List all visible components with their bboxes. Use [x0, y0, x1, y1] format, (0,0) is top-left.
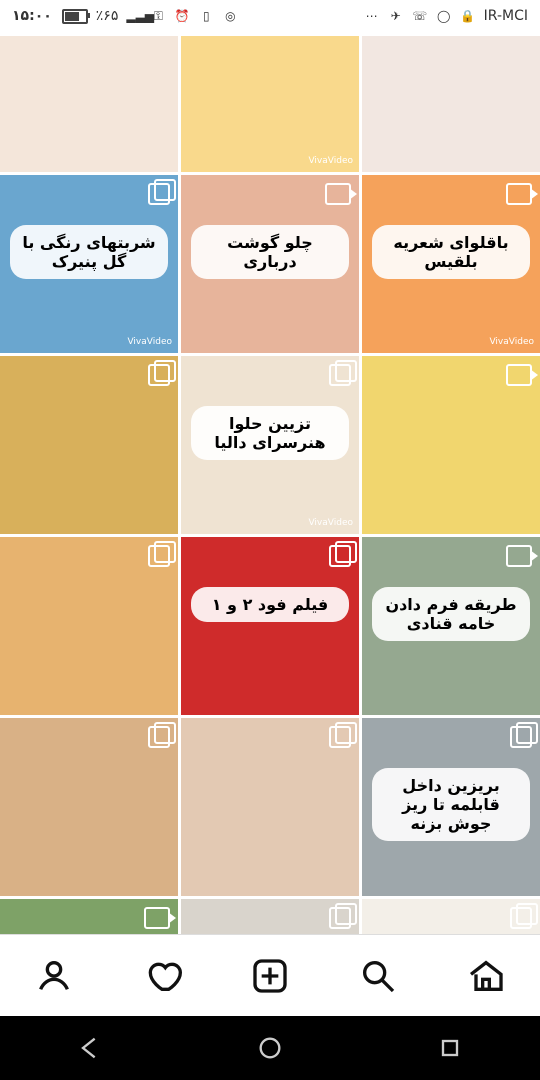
- video-icon: [144, 907, 176, 929]
- search-icon: [363, 961, 395, 993]
- explore-grid: VivaVideo شربتهای رنگی با گل پنیرک VivaVid…: [0, 36, 540, 934]
- time: ۱۵:۰۰: [12, 8, 52, 24]
- video-icon: [506, 183, 538, 205]
- post-caption: باقلوای شعریه بلقیس: [372, 225, 530, 279]
- home-circle-icon: [259, 1037, 281, 1059]
- post-tile[interactable]: [0, 537, 178, 715]
- home-icon: [469, 960, 503, 991]
- video-icon: [506, 545, 538, 567]
- watermark: VivaVideo: [489, 337, 534, 347]
- video-icon: [506, 364, 538, 386]
- post-tile[interactable]: [362, 356, 540, 534]
- multi-photo-icon: [510, 903, 538, 929]
- post-caption: تزیین حلوا هنرسرای دالیا: [191, 406, 349, 460]
- post-tile[interactable]: با ما حرفه ای شوید: [181, 899, 359, 934]
- signal-icon: ▂▃▅: [126, 9, 155, 23]
- status-bar: ۱۵:۰۰ ٪۶۵ ▂▃▅ ⚿ ⏰ ▯ ◎ ⋯ ✈ ☏ ◯ 🔒 IR-MCI: [0, 0, 540, 36]
- multi-photo-icon: [148, 722, 176, 748]
- post-tile[interactable]: تهیه چیپس میوه بدون دستگاه: [0, 899, 178, 934]
- multi-photo-icon: [148, 360, 176, 386]
- post-tile[interactable]: بریزین داخل قابلمه تا ریز جوش بزنه: [362, 718, 540, 896]
- key-icon: ⚿: [153, 9, 163, 23]
- system-back[interactable]: [63, 1021, 117, 1075]
- post-caption: شربتهای رنگی با گل پنیرک: [10, 225, 168, 279]
- vibrate-icon: ▯: [203, 9, 210, 23]
- multi-photo-icon: [329, 903, 357, 929]
- post-tile[interactable]: [181, 718, 359, 896]
- post-tile[interactable]: شربتهای رنگی با گل پنیرک VivaVideo: [0, 175, 178, 353]
- video-icon: [325, 183, 357, 205]
- watermark: VivaVideo: [308, 156, 353, 166]
- status-right: ⋯ ✈ ☏ ◯ 🔒 IR-MCI: [364, 8, 528, 24]
- post-caption: فیلم فود ۲ و ۱: [191, 587, 349, 622]
- post-tile[interactable]: [0, 36, 178, 172]
- recent-square-icon: [441, 1039, 459, 1057]
- post-tile[interactable]: [362, 36, 540, 172]
- multi-photo-icon: [329, 722, 357, 748]
- multi-photo-icon: [329, 360, 357, 386]
- alarm-icon: ⏰: [174, 9, 190, 23]
- heart-icon: [148, 962, 182, 991]
- post-tile[interactable]: تزیین حلوا هنرسرای دالیا VivaVideo: [181, 356, 359, 534]
- battery-icon: [61, 8, 90, 24]
- multi-photo-icon: [148, 179, 176, 205]
- post-caption: چلو گوشت درباری: [191, 225, 349, 279]
- system-recents[interactable]: [423, 1021, 477, 1075]
- multi-photo-icon: [329, 541, 357, 567]
- plus-square-icon: [253, 959, 287, 993]
- profile-tab[interactable]: [27, 949, 81, 1003]
- system-home[interactable]: [243, 1021, 297, 1075]
- post-tile[interactable]: طریقه فرم دادن خامه قنادی: [362, 537, 540, 715]
- telegram-icon: ✈: [390, 9, 401, 23]
- carrier: IR-MCI: [483, 8, 528, 24]
- post-tile[interactable]: [0, 718, 178, 896]
- post-tile[interactable]: VivaVideo: [181, 36, 359, 172]
- post-tile[interactable]: [362, 899, 540, 934]
- multi-photo-icon: [510, 722, 538, 748]
- lock-icon: 🔒: [460, 9, 476, 23]
- post-tile[interactable]: [0, 356, 178, 534]
- user-icon: [39, 961, 69, 991]
- watermark: VivaVideo: [308, 518, 353, 528]
- multi-photo-icon: [148, 541, 176, 567]
- more-icon: ⋯: [365, 9, 378, 23]
- add-tab[interactable]: [243, 949, 297, 1003]
- bottom-nav: [0, 934, 540, 1017]
- home-tab[interactable]: [459, 949, 513, 1003]
- wifi-icon: ◎: [225, 9, 236, 23]
- post-caption: بریزین داخل قابلمه تا ریز جوش بزنه: [372, 768, 530, 841]
- system-nav: [0, 1016, 540, 1080]
- battery-percent: ٪۶۵: [95, 8, 119, 24]
- post-tile[interactable]: باقلوای شعریه بلقیس VivaVideo: [362, 175, 540, 353]
- back-triangle-icon: [81, 1037, 96, 1059]
- post-tile[interactable]: چلو گوشت درباری: [181, 175, 359, 353]
- status-left: ۱۵:۰۰ ٪۶۵ ▂▃▅ ⚿ ⏰ ▯ ◎: [12, 8, 238, 24]
- watermark: VivaVideo: [127, 337, 172, 347]
- search-tab[interactable]: [351, 949, 405, 1003]
- post-caption: طریقه فرم دادن خامه قنادی: [372, 587, 530, 641]
- post-tile[interactable]: فیلم فود ۲ و ۱: [181, 537, 359, 715]
- whatsapp-icon: ◯: [436, 9, 451, 23]
- phone-icon: ☏: [412, 9, 428, 23]
- activity-tab[interactable]: [135, 949, 189, 1003]
